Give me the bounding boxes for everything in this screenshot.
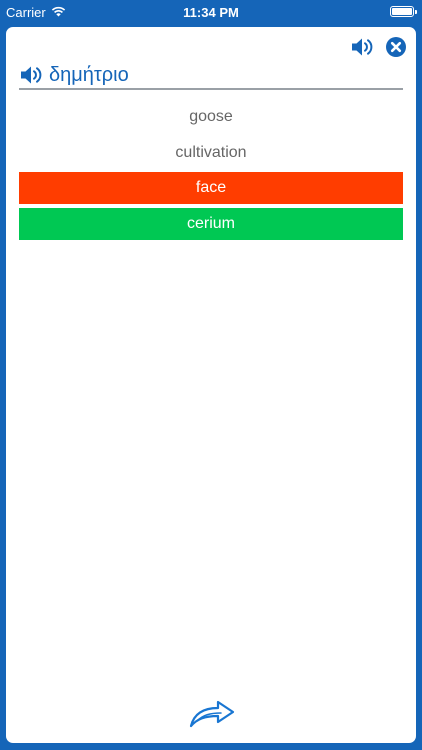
close-circle-icon[interactable] [386, 37, 406, 57]
word-speaker-icon[interactable] [19, 64, 43, 86]
answer-option-face[interactable]: face [19, 172, 403, 204]
battery-icon [390, 6, 417, 17]
answer-option-goose[interactable]: goose [19, 101, 403, 133]
speaker-icon[interactable] [350, 36, 374, 58]
answer-options: goose cultivation face cerium [19, 101, 403, 243]
question-word-row: δημήτριο [19, 61, 403, 90]
answer-option-cultivation[interactable]: cultivation [19, 137, 403, 169]
quiz-card: δημήτριο goose cultivation face cerium [6, 27, 416, 743]
status-bar: Carrier 11:34 PM [0, 0, 422, 26]
status-time: 11:34 PM [183, 5, 239, 20]
battery-level [392, 8, 412, 15]
curved-arrow-right-icon [188, 697, 236, 734]
question-word: δημήτριο [49, 63, 129, 86]
next-button[interactable] [186, 697, 238, 733]
card-toolbar [350, 36, 406, 58]
answer-option-cerium[interactable]: cerium [19, 207, 403, 240]
